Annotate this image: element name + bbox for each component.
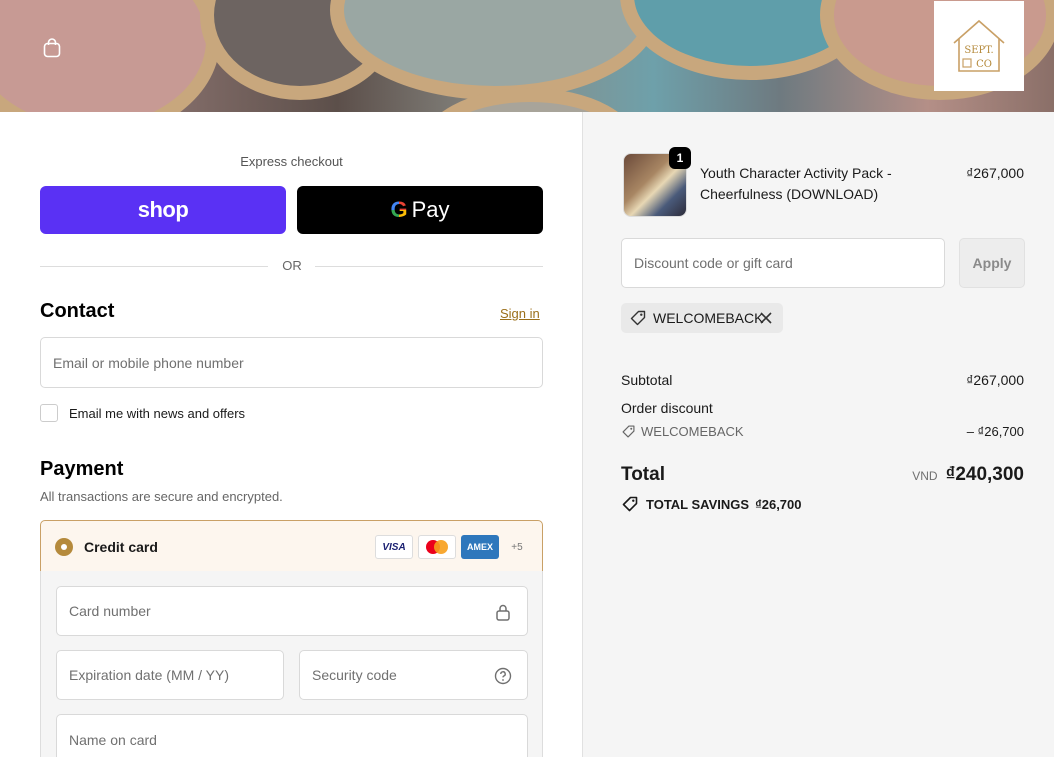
- logo-house-icon: SEPT. CO: [953, 19, 1005, 72]
- savings-value: ₫26,700: [755, 496, 802, 512]
- newsletter-label: Email me with news and offers: [69, 406, 246, 421]
- product-name-line1: Youth Character Activity Pack -: [700, 165, 892, 181]
- google-g-icon: G: [390, 197, 408, 222]
- security-code-field[interactable]: Security code: [299, 650, 528, 700]
- discount-code-field[interactable]: Discount code or gift card: [621, 238, 945, 288]
- subtotal-label: Subtotal: [621, 372, 673, 388]
- order-discount-label: Order discount: [621, 400, 713, 416]
- shop-pay-label: shop: [137, 197, 189, 222]
- cart-button[interactable]: [40, 36, 64, 60]
- banner-plate: [0, 0, 220, 112]
- shopping-bag-icon: [43, 38, 61, 58]
- newsletter-checkbox[interactable]: [40, 404, 58, 422]
- email-placeholder: Email or mobile phone number: [53, 354, 244, 371]
- expiration-date-field[interactable]: Expiration date (MM / YY): [56, 650, 284, 700]
- currency-code: VND: [912, 469, 938, 483]
- applied-discount-chip: WELCOMEBACK: [621, 303, 783, 333]
- amex-icon: AMEX: [461, 535, 499, 559]
- shop-pay-button[interactable]: shop: [40, 186, 286, 234]
- header-banner: SEPT. CO: [0, 0, 1054, 112]
- lock-icon: [496, 604, 510, 621]
- product-name-line2: Cheerfulness (DOWNLOAD): [700, 186, 879, 202]
- google-pay-label: Pay: [411, 197, 450, 222]
- order-discount-code-row: WELCOMEBACK: [621, 424, 744, 439]
- apply-discount-button[interactable]: Apply: [959, 238, 1025, 288]
- visa-icon: VISA: [375, 535, 413, 559]
- total-label: Total: [621, 464, 665, 485]
- logo-line2: CO: [976, 59, 992, 70]
- applied-code-label: WELCOMEBACK: [653, 310, 764, 326]
- or-divider: OR: [40, 258, 543, 274]
- divider-line: [40, 266, 268, 267]
- credit-card-option[interactable]: Credit card VISA AMEX +5: [40, 520, 543, 572]
- tag-icon: [622, 425, 635, 438]
- contact-heading: Contact: [40, 300, 115, 322]
- payment-subtitle: All transactions are secure and encrypte…: [40, 489, 283, 504]
- remove-discount-icon[interactable]: [757, 309, 775, 327]
- discount-placeholder: Discount code or gift card: [634, 255, 793, 271]
- expiration-placeholder: Expiration date (MM / YY): [69, 667, 230, 683]
- help-circle-icon[interactable]: [494, 667, 512, 685]
- mastercard-icon: [418, 535, 456, 559]
- name-on-card-placeholder: Name on card: [69, 732, 157, 748]
- order-discount-code: WELCOMEBACK: [641, 424, 744, 439]
- savings-tag-icon: [622, 496, 638, 512]
- store-logo[interactable]: SEPT. CO: [934, 1, 1024, 91]
- tag-icon: [630, 310, 646, 326]
- banner-plate: [330, 0, 660, 100]
- name-on-card-field[interactable]: Name on card: [56, 714, 528, 757]
- express-checkout-label: Express checkout: [240, 154, 343, 169]
- divider-line: [315, 266, 543, 267]
- card-number-placeholder: Card number: [69, 603, 151, 619]
- order-summary: 1 Youth Character Activity Pack - Cheerf…: [582, 112, 1054, 757]
- or-label: OR: [282, 258, 302, 273]
- card-number-field[interactable]: Card number: [56, 586, 528, 636]
- more-brands-badge: +5: [511, 541, 523, 553]
- mastercard-circles-icon: [426, 540, 448, 554]
- order-discount-value: – ₫26,700: [966, 424, 1024, 439]
- product-price: ₫267,000: [966, 165, 1024, 181]
- checkout-form: Express checkout shop G Pay OR Contact S…: [0, 112, 582, 757]
- quantity-badge: 1: [669, 147, 691, 169]
- email-field[interactable]: Email or mobile phone number: [40, 337, 543, 388]
- total-amount: VND ₫240,300: [912, 464, 1024, 486]
- credit-card-form: Card number Expiration date (MM / YY) Se…: [40, 571, 543, 757]
- savings-label: TOTAL SAVINGS: [646, 496, 750, 512]
- security-code-placeholder: Security code: [312, 667, 397, 683]
- total-savings-row: TOTAL SAVINGS ₫26,700: [621, 495, 802, 513]
- subtotal-value: ₫267,000: [966, 372, 1024, 388]
- logo-line1: SEPT.: [964, 45, 993, 56]
- credit-card-radio[interactable]: [55, 538, 73, 556]
- sign-in-link[interactable]: Sign in: [500, 306, 540, 321]
- credit-card-label: Credit card: [84, 539, 158, 555]
- payment-heading: Payment: [40, 458, 124, 480]
- google-pay-button[interactable]: G Pay: [297, 186, 543, 234]
- total-value: ₫240,300: [945, 464, 1024, 485]
